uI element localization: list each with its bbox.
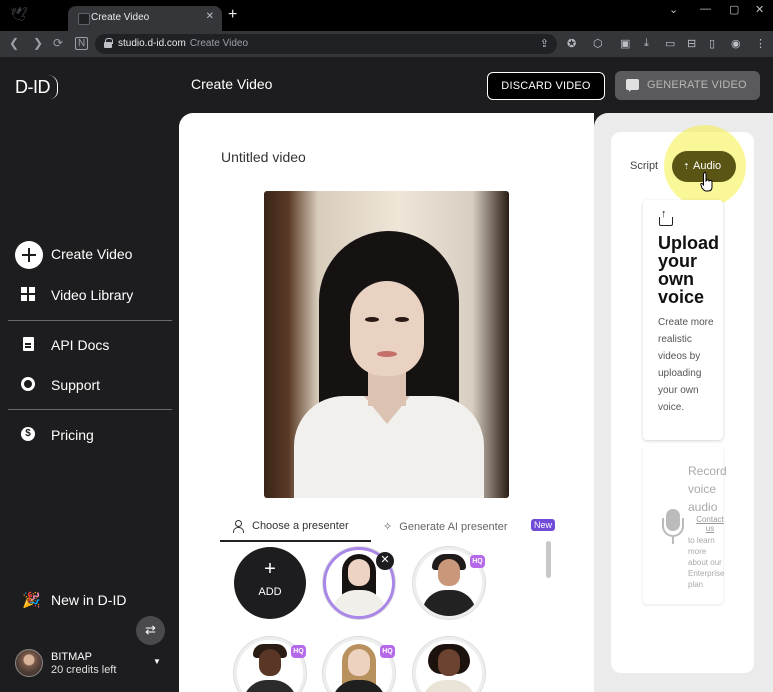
browser-tab[interactable]: Create Video ✕ [68, 6, 222, 31]
hq-badge: HQ [291, 645, 306, 658]
menu-kebab-icon[interactable]: ⋮ [755, 37, 766, 50]
sidebar-item-label: Create Video [51, 246, 133, 262]
sidebar-divider [8, 320, 172, 321]
extension-puzzle-star-icon[interactable]: ✪ [567, 37, 576, 50]
microphone-icon [662, 509, 684, 545]
reload-icon[interactable]: ⟳ [53, 36, 63, 50]
sparkle-icon: ✧ [383, 521, 393, 533]
grid-icon [21, 287, 35, 301]
video-editor-canvas: Untitled video Choose a presenter ✧ Gene… [179, 113, 594, 692]
sidebar-item-label: API Docs [51, 337, 110, 353]
sidebar-item-label: Pricing [51, 427, 94, 443]
upload-voice-card[interactable]: Upload your own voice Create more realis… [643, 200, 723, 440]
share-icon[interactable]: ⇪ [540, 37, 549, 50]
close-window-icon[interactable]: ✕ [755, 3, 764, 16]
maximize-icon[interactable]: ▢ [729, 3, 739, 16]
tab-choose-presenter[interactable]: Choose a presenter [232, 520, 349, 533]
url-text: studio.d-id.com Create Video [118, 38, 249, 49]
contact-us-link[interactable]: Contact us [692, 515, 728, 533]
tab-search-icon[interactable]: ⌄ [669, 3, 678, 16]
generate-video-button[interactable]: GENERATE VIDEO [615, 71, 760, 100]
sidebar-item-video-library[interactable]: Video Library [15, 282, 175, 308]
add-label: ADD [258, 586, 282, 598]
extension-n-icon[interactable]: N [75, 37, 89, 50]
back-icon[interactable]: ❮ [9, 36, 19, 50]
upload-voice-description: Create more realistic videos by uploadin… [658, 317, 714, 413]
browser-profile-icon[interactable]: 🕊 [10, 6, 28, 23]
dollar-icon: $ [21, 427, 35, 441]
chevron-down-icon[interactable]: ▼ [153, 657, 161, 666]
presenter-list-scrollbar[interactable] [546, 541, 551, 578]
browser-toolbar: ❮ ❯ ⟳ N studio.d-id.com Create Video ⇪ ✪ … [0, 31, 773, 57]
generate-video-label: GENERATE VIDEO [647, 79, 747, 91]
camera-icon[interactable]: ▭ [665, 37, 675, 50]
lifebuoy-icon [21, 377, 35, 391]
d-id-logo[interactable]: D-ID [15, 75, 58, 99]
video-title-input[interactable]: Untitled video [221, 149, 306, 165]
hq-badge: HQ [470, 555, 485, 568]
download-icon[interactable]: ⤓ [644, 37, 649, 50]
plus-icon: + [264, 558, 276, 580]
upload-arrow-icon: ⇡ [683, 162, 690, 171]
new-badge: New [531, 519, 556, 531]
sidebar-item-label: Support [51, 377, 101, 393]
upload-icon [659, 208, 673, 226]
translate-icon[interactable]: ⊟ [687, 37, 696, 50]
lock-icon[interactable] [104, 38, 113, 48]
switch-account-button[interactable]: ⇄ [136, 616, 165, 645]
user-name: BITMAP [51, 651, 92, 663]
credits-remaining: 20 credits left [51, 664, 117, 676]
hq-badge: HQ [380, 645, 395, 658]
presenter-thumbnail[interactable] [413, 637, 485, 692]
new-tab-icon[interactable]: + [228, 7, 237, 23]
upload-voice-title: Upload your own voice [658, 233, 719, 307]
sidebar-item-api-docs[interactable]: API Docs [15, 332, 175, 358]
sidebar-item-pricing[interactable]: $ Pricing [15, 422, 175, 448]
presenter-preview-image [264, 191, 509, 498]
sidebar-item-support[interactable]: Support [15, 372, 175, 398]
presenter-tabs: Choose a presenter ✧ Generate AI present… [220, 515, 560, 542]
minimize-icon[interactable]: — [700, 3, 711, 15]
remove-presenter-icon[interactable]: ✕ [376, 552, 394, 570]
add-presenter-button[interactable]: + ADD [234, 547, 306, 619]
speech-bubble-icon [626, 79, 639, 92]
sidebar-item-label: Video Library [51, 287, 134, 303]
tab-generate-ai-presenter[interactable]: ✧ Generate AI presenter [383, 520, 508, 533]
extension-shield-icon[interactable]: ⬡ [593, 37, 603, 50]
record-voice-card: Record voice audio Contact us to learn m… [643, 447, 727, 604]
flag-icon[interactable]: ▣ [620, 37, 630, 50]
plus-circle-icon [15, 241, 43, 269]
avatar[interactable] [15, 649, 43, 677]
tab-close-icon[interactable]: ✕ [206, 11, 214, 22]
discard-video-button[interactable]: DISCARD VIDEO [487, 72, 605, 100]
browser-titlebar: 🕊 Create Video ✕ + ⌄ — ▢ ✕ [0, 0, 773, 31]
sidepanel-icon[interactable]: ▯ [709, 37, 715, 50]
party-popper-icon: 🎉 [22, 592, 41, 609]
page-title: Create Video [191, 76, 273, 92]
address-bar[interactable]: studio.d-id.com Create Video ⇪ [95, 34, 557, 54]
hand-cursor-icon [700, 172, 713, 192]
tab-favicon-icon [78, 13, 90, 25]
tab-title: Create Video [91, 12, 150, 23]
forward-icon[interactable]: ❯ [33, 36, 43, 50]
profile-avatar-icon[interactable]: ◉ [731, 37, 741, 50]
sidebar-item-create-video[interactable]: Create Video [15, 241, 175, 269]
record-voice-title: Record voice audio [688, 464, 727, 514]
document-icon [23, 337, 34, 351]
person-icon [232, 520, 244, 533]
new-in-label: New in D-ID [51, 592, 127, 608]
enterprise-note: to learn more about our Enterprise plan [688, 536, 725, 589]
sidebar-divider [8, 409, 172, 410]
active-tab-indicator [220, 540, 371, 542]
